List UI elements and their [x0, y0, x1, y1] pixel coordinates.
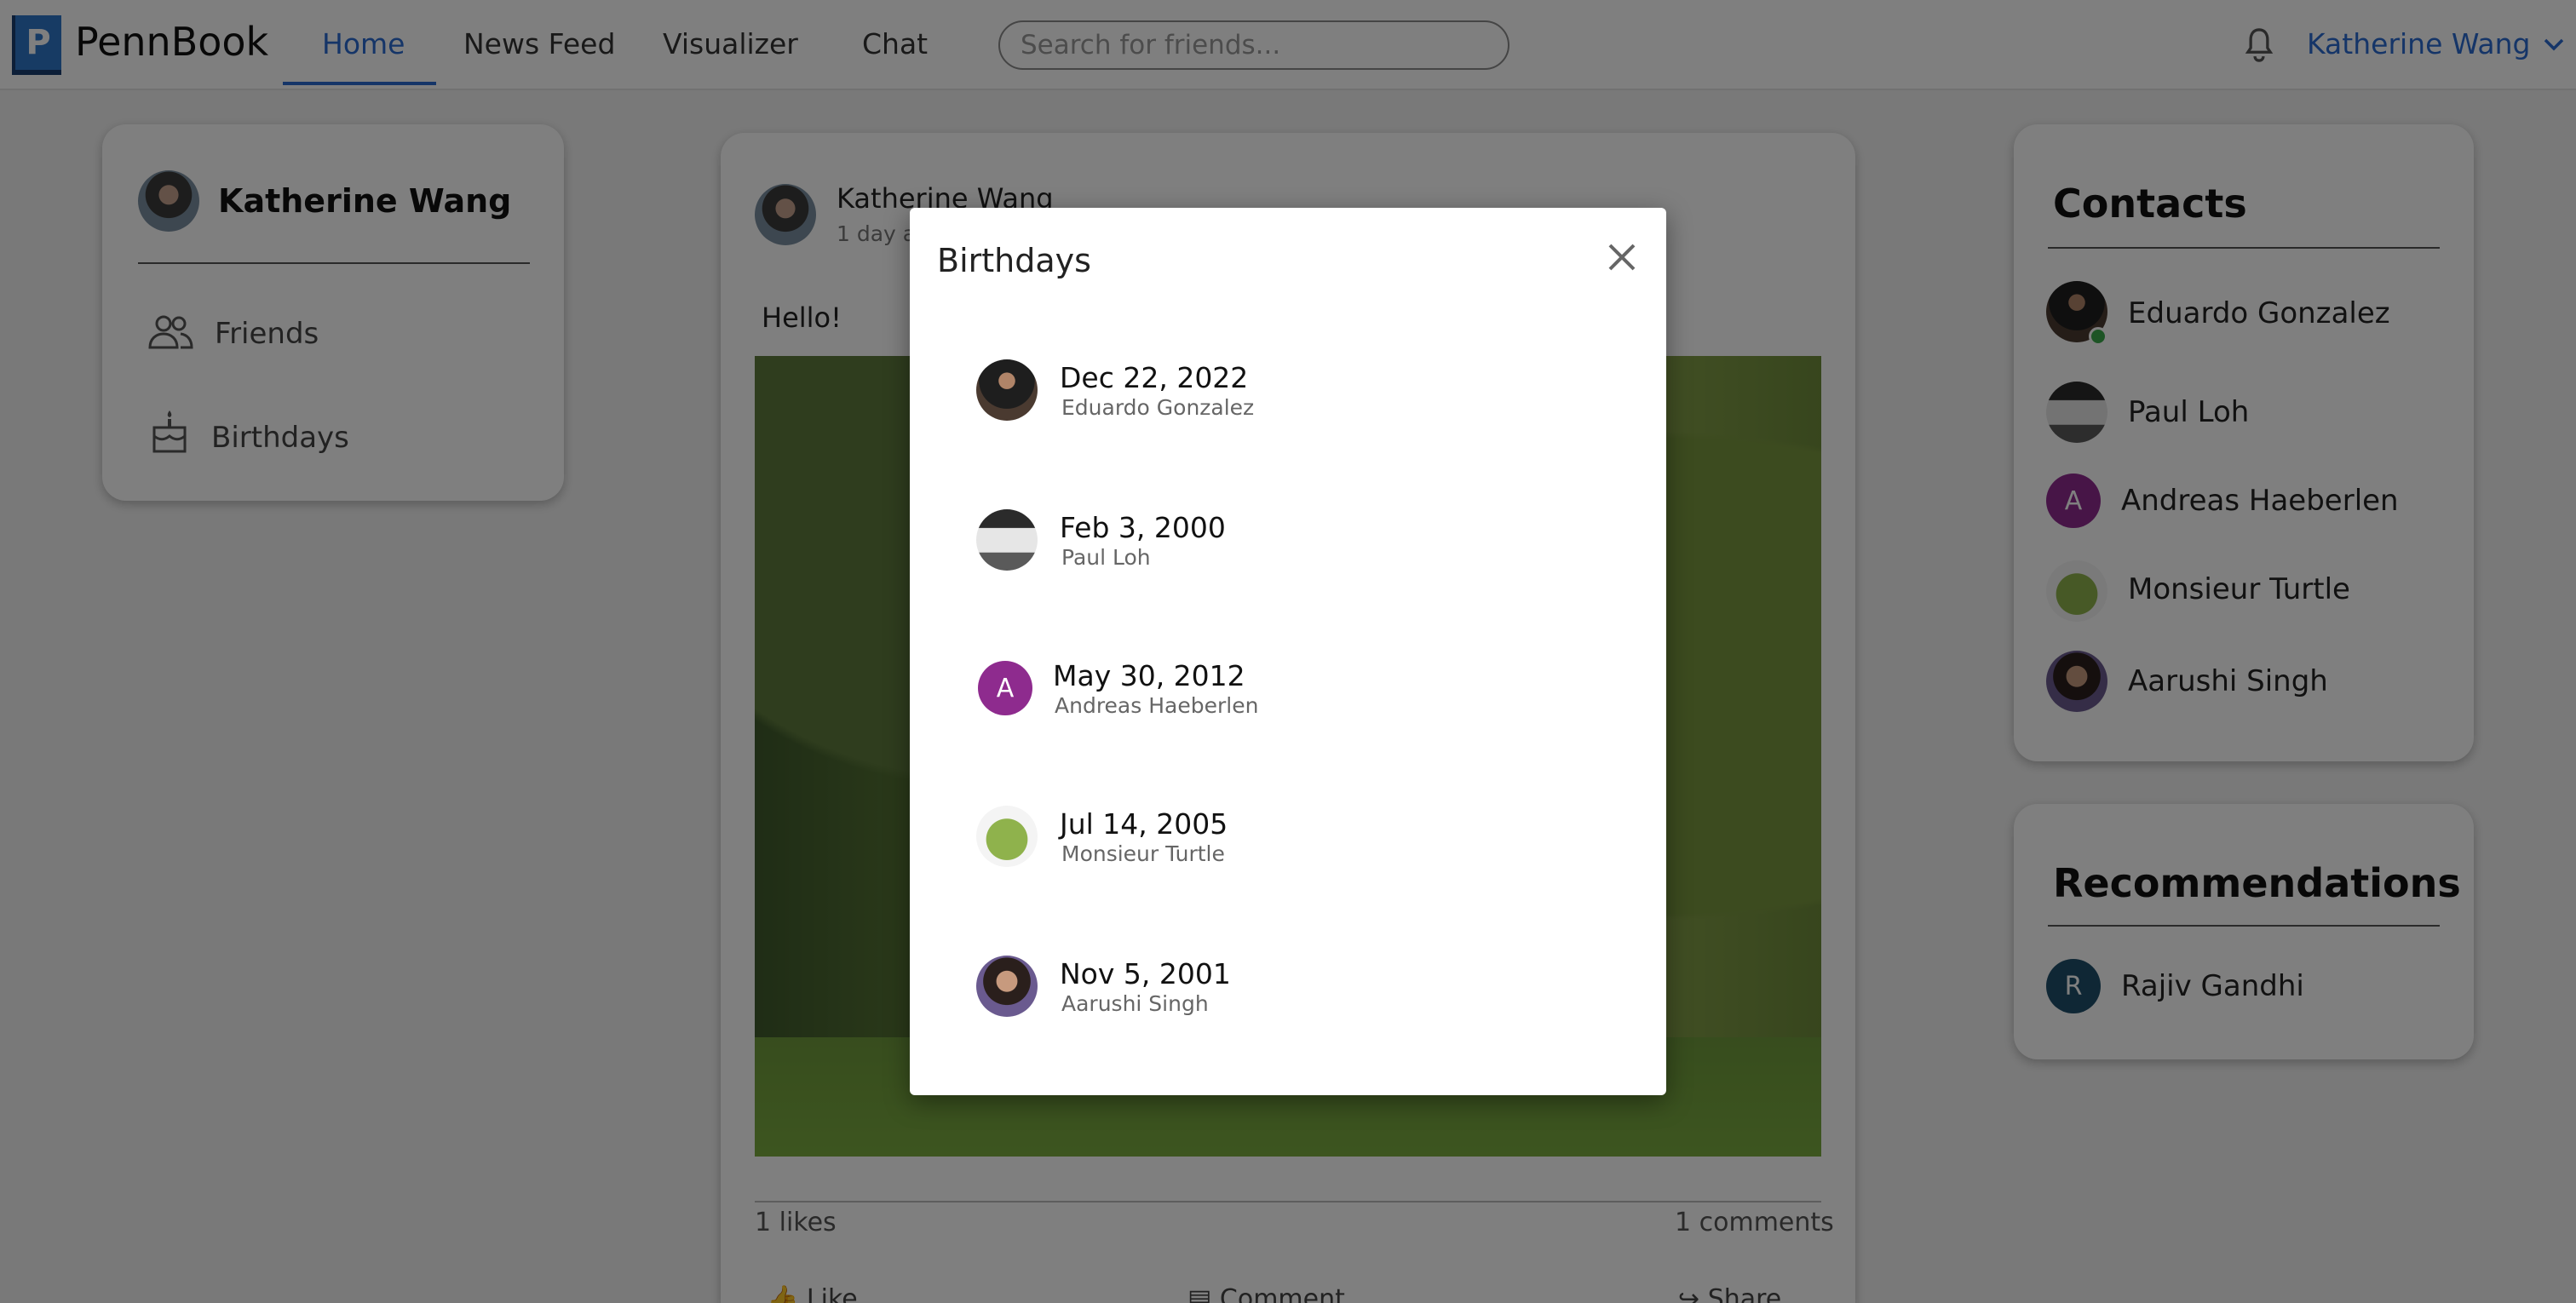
- modal-title: Birthdays: [937, 242, 1091, 279]
- birthday-avatar: [976, 956, 1038, 1017]
- birthday-avatar-initial: A: [978, 661, 1032, 715]
- birthday-person-name: Andreas Haeberlen: [1055, 693, 1259, 718]
- birthday-date: Jul 14, 2005: [1060, 807, 1228, 841]
- close-icon[interactable]: [1603, 238, 1641, 276]
- birthday-date: Nov 5, 2001: [1060, 957, 1231, 990]
- birthdays-modal: Birthdays Dec 22, 2022 Eduardo Gonzalez …: [910, 208, 1666, 1095]
- birthday-date: May 30, 2012: [1053, 659, 1245, 692]
- birthday-person-name: Aarushi Singh: [1061, 991, 1209, 1016]
- birthday-person-name: Eduardo Gonzalez: [1061, 395, 1255, 420]
- birthday-date: Feb 3, 2000: [1060, 511, 1226, 544]
- birthday-date: Dec 22, 2022: [1060, 361, 1249, 394]
- birthday-avatar: [976, 806, 1038, 867]
- birthday-person-name: Monsieur Turtle: [1061, 841, 1225, 866]
- birthday-person-name: Paul Loh: [1061, 545, 1151, 570]
- birthday-avatar: [976, 509, 1038, 571]
- birthday-avatar: [976, 359, 1038, 421]
